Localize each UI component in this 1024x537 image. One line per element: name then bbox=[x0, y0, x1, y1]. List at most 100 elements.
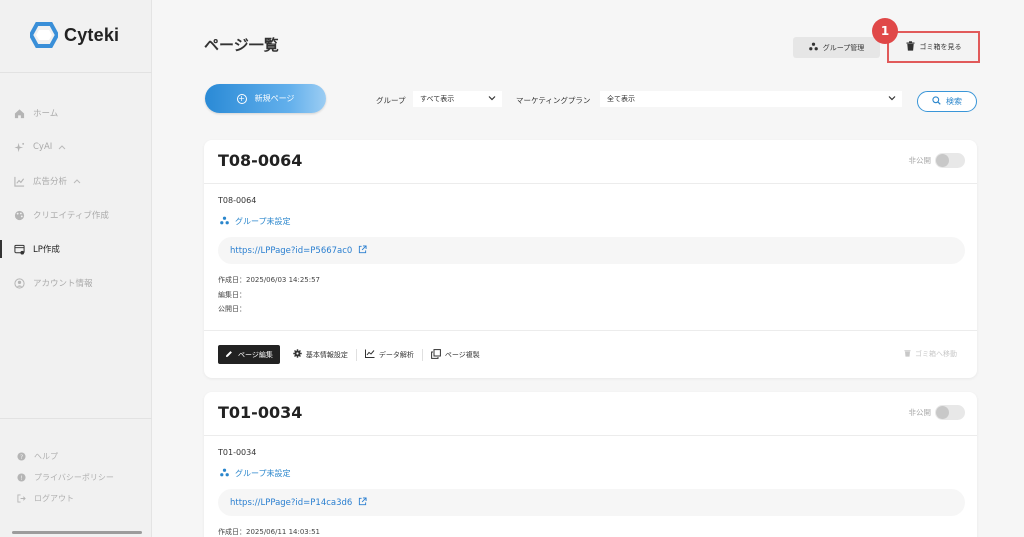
chevron-down-icon bbox=[888, 94, 896, 104]
sidebar-divider bbox=[0, 72, 152, 73]
sidebar-item-privacy[interactable]: ! プライバシーポリシー bbox=[0, 467, 152, 488]
card-actions: ページ編集 基本情報設定 データ解析 ページ複製 bbox=[218, 345, 480, 364]
view-trash-label: ゴミ箱を見る bbox=[919, 43, 962, 51]
card-title: T08-0064 bbox=[218, 151, 303, 170]
sidebar-item-account[interactable]: アカウント情報 bbox=[0, 266, 152, 300]
new-page-label: 新規ページ bbox=[254, 94, 295, 103]
sidebar-item-ad-analysis[interactable]: 広告分析 bbox=[0, 164, 152, 198]
external-link-icon[interactable] bbox=[358, 496, 367, 509]
card-url-bar: https://LPPage?id=P14ca3d6 bbox=[218, 489, 965, 516]
action-separator bbox=[355, 348, 357, 361]
page-card: T08-0064 非公開 T08-0064 グループ未設定 https://LP… bbox=[204, 140, 977, 378]
search-icon bbox=[932, 96, 941, 107]
plus-circle-icon: + bbox=[236, 93, 247, 104]
chart-icon bbox=[13, 175, 25, 187]
sidebar-footer: ? ヘルプ ! プライバシーポリシー ログアウト bbox=[0, 446, 152, 509]
group-filter-label: グループ bbox=[376, 96, 406, 105]
view-trash-button[interactable]: ゴミ箱を見る bbox=[887, 31, 980, 63]
logo-mark-icon bbox=[30, 22, 58, 48]
move-to-trash-label: ゴミ箱へ移動 bbox=[915, 350, 957, 358]
chevron-up-icon bbox=[58, 143, 66, 152]
sidebar-item-logout[interactable]: ログアウト bbox=[0, 488, 152, 509]
visibility-toggle[interactable] bbox=[935, 153, 965, 168]
chevron-up-icon bbox=[73, 177, 81, 186]
search-label: 検索 bbox=[946, 97, 962, 106]
card-group-link[interactable]: グループ未設定 bbox=[220, 216, 291, 227]
card-meta: 作成日：2025/06/11 14:03:51 bbox=[218, 525, 320, 537]
search-button[interactable]: 検索 bbox=[917, 91, 977, 112]
group-manage-button[interactable]: グループ管理 bbox=[793, 37, 880, 58]
external-link-icon[interactable] bbox=[358, 244, 367, 257]
sidebar-item-lp[interactable]: LP作成 bbox=[0, 232, 152, 266]
duplicate-page-label: ページ複製 bbox=[444, 350, 480, 359]
sidebar-scrollbar[interactable] bbox=[12, 531, 142, 534]
published-date: 公開日： bbox=[218, 305, 246, 313]
sidebar-item-creative[interactable]: クリエイティブ作成 bbox=[0, 198, 152, 232]
chart-icon bbox=[364, 349, 375, 360]
palette-icon bbox=[13, 209, 25, 221]
edit-page-label: ページ編集 bbox=[238, 350, 273, 359]
card-url-bar: https://LPPage?id=P5667ac0 bbox=[218, 237, 965, 264]
sidebar-item-label: 広告分析 bbox=[33, 177, 68, 187]
lp-icon bbox=[13, 243, 25, 255]
data-analysis-button[interactable]: データ解析 bbox=[364, 349, 414, 360]
brand-name: Cyteki bbox=[64, 24, 120, 45]
svg-text:!: ! bbox=[20, 475, 23, 482]
pencil-icon bbox=[225, 350, 233, 360]
copy-icon bbox=[430, 348, 441, 361]
plan-filter-value: 全て表示 bbox=[607, 95, 635, 103]
card-group-link[interactable]: グループ未設定 bbox=[220, 468, 291, 479]
created-date: 作成日：2025/06/03 14:25:57 bbox=[218, 276, 321, 284]
card-group-label: グループ未設定 bbox=[235, 469, 291, 478]
svg-text:?: ? bbox=[19, 454, 22, 461]
created-date: 作成日：2025/06/11 14:03:51 bbox=[218, 528, 321, 536]
move-to-trash-button[interactable]: ゴミ箱へ移動 bbox=[904, 349, 957, 359]
trash-icon bbox=[906, 41, 915, 53]
group-filter-select[interactable]: すべて表示 bbox=[413, 91, 502, 107]
sidebar-item-cyai[interactable]: CyAI bbox=[0, 130, 152, 164]
group-icon bbox=[808, 42, 818, 53]
visibility-toggle[interactable] bbox=[935, 405, 965, 420]
card-page-name: T08-0064 bbox=[218, 196, 257, 205]
sparkle-icon bbox=[13, 141, 25, 153]
visibility-label: 非公開 bbox=[908, 408, 932, 417]
edit-page-button[interactable]: ページ編集 bbox=[218, 345, 280, 364]
group-manage-label: グループ管理 bbox=[822, 43, 865, 52]
sidebar-item-help[interactable]: ? ヘルプ bbox=[0, 446, 152, 467]
group-icon bbox=[220, 216, 229, 227]
card-divider bbox=[204, 330, 977, 331]
page-title: ページ一覧 bbox=[204, 36, 279, 54]
card-url-link[interactable]: https://LPPage?id=P14ca3d6 bbox=[230, 498, 352, 508]
group-icon bbox=[220, 468, 229, 479]
visibility-label: 非公開 bbox=[908, 156, 932, 165]
sidebar-item-label: LP作成 bbox=[33, 245, 60, 255]
new-page-button[interactable]: + 新規ページ bbox=[205, 84, 326, 113]
plan-filter-select[interactable]: 全て表示 bbox=[600, 91, 902, 107]
basic-settings-button[interactable]: 基本情報設定 bbox=[293, 349, 348, 360]
user-icon bbox=[13, 277, 25, 289]
home-icon bbox=[13, 107, 25, 119]
brand-logo[interactable]: Cyteki bbox=[30, 22, 119, 48]
sidebar-item-label: ヘルプ bbox=[34, 452, 58, 461]
logout-icon bbox=[16, 494, 26, 504]
help-icon: ? bbox=[16, 452, 26, 462]
group-filter-value: すべて表示 bbox=[420, 95, 455, 103]
sidebar-item-label: ホーム bbox=[33, 109, 59, 119]
gear-icon bbox=[293, 349, 302, 360]
data-analysis-label: データ解析 bbox=[378, 350, 414, 359]
edited-date: 編集日： bbox=[218, 290, 246, 299]
card-divider bbox=[204, 183, 977, 184]
step-badge: 1 bbox=[872, 18, 898, 44]
trash-icon bbox=[904, 349, 911, 359]
sidebar-item-label: プライバシーポリシー bbox=[34, 473, 114, 482]
sidebar-divider bbox=[0, 418, 152, 419]
duplicate-page-button[interactable]: ページ複製 bbox=[430, 348, 480, 361]
sidebar-nav: ホーム CyAI 広告分析 クリエイティブ作成 LP作成 アカウント情報 bbox=[0, 96, 152, 300]
card-title: T01-0034 bbox=[218, 403, 303, 422]
info-icon: ! bbox=[16, 473, 26, 483]
card-url-link[interactable]: https://LPPage?id=P5667ac0 bbox=[230, 246, 352, 256]
visibility-toggle-group: 非公開 bbox=[908, 153, 965, 168]
chevron-down-icon bbox=[488, 94, 496, 104]
card-meta: 作成日：2025/06/03 14:25:57 編集日： 公開日： bbox=[218, 273, 320, 317]
sidebar-item-home[interactable]: ホーム bbox=[0, 96, 152, 130]
